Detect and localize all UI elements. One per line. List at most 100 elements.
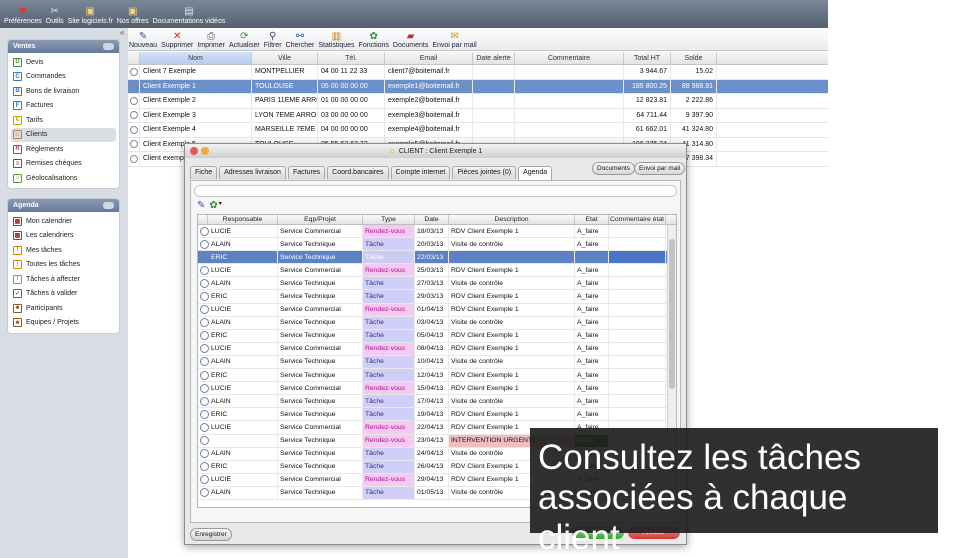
dialog-title: CLIENT : Client Exemple 1 <box>398 147 483 155</box>
agenda-row[interactable]: ALAIN Service Technique Tâche 20/03/13 Visit… <box>198 238 676 252</box>
toolbar-button-6[interactable]: ▥ Statistiques <box>318 31 354 50</box>
agenda-column-header[interactable] <box>198 215 208 224</box>
agenda-cell: Tâche <box>363 290 415 303</box>
sidebar-item-ventes-7[interactable]: ≡ Remises chèques <box>8 157 119 172</box>
agenda-row[interactable]: ERIC Service Technique Tâche 22/03/13 <box>198 251 676 265</box>
agenda-row[interactable]: ALAIN Service Technique Tâche 10/04/13 Visit… <box>198 355 676 370</box>
collapse-sidebar-icon[interactable]: « <box>120 28 124 37</box>
sidebar-item-ventes-8[interactable]: ⌂ Géolocalisations <box>8 171 119 186</box>
toolbar-button-0[interactable]: ✎ Nouveau <box>129 31 157 50</box>
agenda-row[interactable]: ALAIN Service Technique Tâche 27/03/13 Visit… <box>198 277 676 291</box>
toolbar-button-2[interactable]: ⎙ Imprimer <box>197 31 225 50</box>
panel-toggle-icon[interactable] <box>103 202 114 209</box>
agenda-search-field[interactable] <box>194 185 677 197</box>
agenda-column-header[interactable]: Commentaire état <box>609 215 666 224</box>
functions-icon[interactable]: ✿ <box>209 200 217 211</box>
agenda-row[interactable]: ALAIN Service Technique Tâche 03/04/13 Visit… <box>198 316 676 330</box>
sidebar-item-agenda-4[interactable]: ! Tâches à affecter <box>8 272 119 287</box>
toolbar-button-7[interactable]: ✿ Fonctions <box>359 31 389 50</box>
tab-2[interactable]: Factures <box>287 166 326 179</box>
tab-3[interactable]: Coord.bancaires <box>327 166 389 179</box>
sidebar-item-ventes-3[interactable]: F Factures <box>8 99 119 114</box>
sidebar-item-agenda-5[interactable]: ✓ Tâches à valider <box>8 287 119 302</box>
toolbar-button-8[interactable]: ▰ Documents <box>393 31 428 50</box>
agenda-column-header[interactable]: Responsable <box>208 215 278 224</box>
tab-0[interactable]: Fiche <box>190 166 218 179</box>
agenda-row[interactable]: LUCIE Service Commercial Rendez-vous 18/03/… <box>198 225 676 239</box>
agenda-panel-header[interactable]: Agenda <box>8 199 119 212</box>
table-row[interactable]: Client 7 Exemple MONTPELLIER 04 00 11 22 3… <box>128 65 828 80</box>
table-row[interactable]: Client Exemple 3LYON 7EME ARRONDISSEMENT… <box>128 108 828 123</box>
scrollbar-thumb[interactable] <box>669 239 675 389</box>
sidebar-item-ventes-2[interactable]: B Bons de livraison <box>8 84 119 99</box>
row-icon-cell <box>128 137 140 151</box>
sidebar-item-ventes-1[interactable]: C Commandes <box>8 70 119 85</box>
column-header[interactable]: Nom <box>140 52 252 64</box>
agenda-row[interactable]: ERIC Service Technique Tâche 19/04/13 RDV Cl… <box>198 408 676 422</box>
agenda-column-header[interactable]: Description <box>449 215 575 224</box>
tab-6[interactable]: Agenda <box>518 166 553 180</box>
column-header[interactable]: Tél. <box>318 52 385 64</box>
agenda-column-header[interactable]: Type <box>363 215 415 224</box>
agenda-column-header[interactable]: Eqp/Projet <box>278 215 363 224</box>
sidebar-item-icon: D <box>13 57 22 67</box>
toolbar-button-1[interactable]: ✕ Supprimer <box>161 31 193 50</box>
sidebar-item-ventes-5[interactable]: ☺ Clients <box>11 127 116 142</box>
table-row[interactable]: Client Exemple 2PARIS 11EME ARRONDISSEME… <box>128 94 828 109</box>
table-row[interactable]: Client Exemple 1 TOULOUSE 05 00 00 00 00 ex… <box>128 79 828 94</box>
sidebar-item-ventes-6[interactable]: R Règlements <box>8 142 119 157</box>
agenda-row[interactable]: ERIC Service Technique Tâche 12/04/13 RDV Cl… <box>198 369 676 383</box>
save-button[interactable]: Enregistrer <box>190 528 232 541</box>
sidebar-item-agenda-2[interactable]: ! Mes tâches <box>8 243 119 258</box>
column-header[interactable]: Date alerte <box>473 52 515 64</box>
ventes-panel-header[interactable]: Ventes <box>8 40 119 53</box>
documents-button[interactable]: Documents <box>592 162 635 175</box>
topbar-item-0[interactable]: ❤ Préférences <box>4 6 42 28</box>
agenda-cell <box>609 329 666 342</box>
agenda-column-header[interactable]: Etat <box>575 215 609 224</box>
sidebar-item-agenda-3[interactable]: ! Toutes les tâches <box>8 258 119 273</box>
agenda-row[interactable]: LUCIE Service Commercial Rendez-vous 01/04/… <box>198 303 676 317</box>
tab-1[interactable]: Adresses livraison <box>219 166 286 179</box>
agenda-row[interactable]: LUCIE Service Commercial Rendez-vous 08/04/… <box>198 342 676 356</box>
agenda-row[interactable]: ALAIN Service Technique Tâche 17/04/13 Visit… <box>198 395 676 409</box>
column-header[interactable] <box>128 52 140 64</box>
topbar-item-3[interactable]: ▣ Nos offres <box>117 6 149 28</box>
sidebar-item-ventes-4[interactable]: € Tarifs <box>8 113 119 128</box>
new-task-icon[interactable]: ✎ <box>197 200 205 211</box>
sidebar-item-icon: ▦ <box>13 231 22 241</box>
toolbar-button-3[interactable]: ⟳ Actualiser <box>229 31 260 50</box>
sidebar-item-agenda-7[interactable]: ☻ Equipes / Projets <box>8 316 119 331</box>
search-icon <box>130 140 138 149</box>
close-window-icon[interactable] <box>190 147 198 155</box>
agenda-row[interactable]: ERIC Service Technique Tâche 05/04/13 RDV Cl… <box>198 329 676 343</box>
column-header[interactable]: Email <box>385 52 473 64</box>
agenda-row[interactable]: ERIC Service Technique Tâche 29/03/13 RDV Cl… <box>198 290 676 304</box>
toolbar-button-5[interactable]: ⚯ Chercher <box>286 31 315 50</box>
sidebar-item-ventes-0[interactable]: D Devis <box>8 55 119 70</box>
minimize-window-icon[interactable] <box>201 147 209 155</box>
agenda-row[interactable]: LUCIE Service Commercial Rendez-vous 15/04/… <box>198 382 676 396</box>
mail-button[interactable]: Envoi par mail <box>634 162 686 175</box>
topbar-item-1[interactable]: ✂ Outils <box>46 6 64 28</box>
agenda-cell: Service Technique <box>278 251 363 264</box>
chevron-down-icon[interactable]: ▾ <box>219 200 222 211</box>
sidebar-item-agenda-6[interactable]: ☻ Participants <box>8 301 119 316</box>
column-header[interactable]: Commentaire <box>515 52 624 64</box>
tab-5[interactable]: Pièces jointes (0) <box>452 166 517 179</box>
agenda-cell: 18/03/13 <box>415 225 449 238</box>
topbar-item-2[interactable]: ▣ Site logiciels.fr <box>68 6 113 28</box>
agenda-column-header[interactable]: Date <box>415 215 449 224</box>
topbar-item-4[interactable]: ▤ Documentations vidéos <box>153 6 226 28</box>
column-header[interactable]: Solde <box>671 52 717 64</box>
sidebar-item-agenda-0[interactable]: ▦ Mon calendrier <box>8 214 119 229</box>
panel-toggle-icon[interactable] <box>103 43 114 50</box>
column-header[interactable]: Ville <box>252 52 318 64</box>
agenda-row[interactable]: LUCIE Service Commercial Rendez-vous 25/03/… <box>198 264 676 278</box>
tab-4[interactable]: Compte internet <box>390 166 451 179</box>
toolbar-button-9[interactable]: ✉ Envoi par mail <box>432 31 476 50</box>
table-row[interactable]: Client Exemple 4MARSEILLE 7EME ARRONDISS… <box>128 123 828 138</box>
toolbar-button-4[interactable]: ⚲ Filtrer <box>264 31 282 50</box>
column-header[interactable]: Total HT <box>624 52 671 64</box>
sidebar-item-agenda-1[interactable]: ▦ Les calendriers <box>8 229 119 244</box>
